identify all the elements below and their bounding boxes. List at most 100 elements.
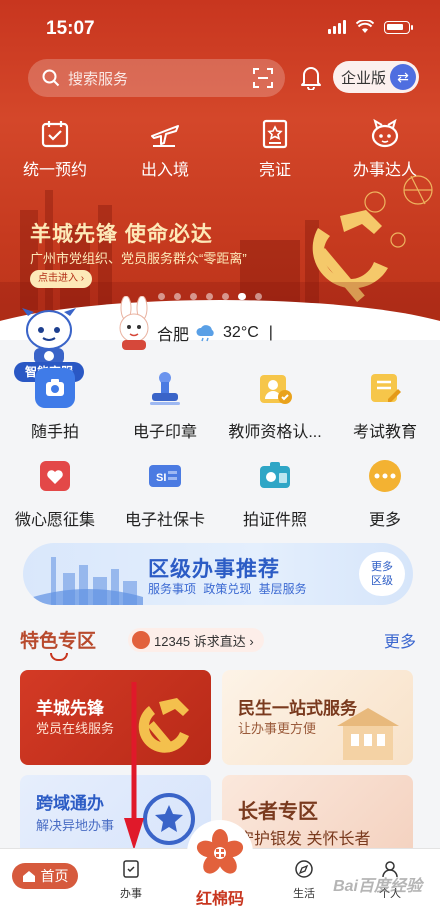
service-label: 微心愿征集 xyxy=(14,512,95,529)
service-id-photo[interactable]: 拍证件照 xyxy=(220,456,330,530)
headset-icon xyxy=(132,631,150,649)
scan-icon[interactable] xyxy=(253,68,273,88)
id-photo-icon xyxy=(255,456,295,496)
rabbit-mascot-icon xyxy=(119,296,149,350)
tab-home[interactable]: 首页 xyxy=(12,863,78,889)
quick-action-label: 办事达人 xyxy=(352,162,417,179)
carousel-dot[interactable] xyxy=(190,293,197,300)
carousel-indicator xyxy=(158,293,262,300)
more-district-line2: 区级 xyxy=(371,575,393,587)
tab-handle[interactable]: 办事 xyxy=(101,859,161,901)
banner-subtitle: 广州市党组织、党员服务群众“零距离” xyxy=(30,251,247,266)
service-label: 更多 xyxy=(368,512,401,529)
heart-wish-icon xyxy=(35,456,75,496)
banner-enter-button[interactable]: 点击进入 › xyxy=(30,270,93,288)
quick-action-label: 亮证 xyxy=(258,162,291,179)
search-placeholder: 搜索服务 xyxy=(68,70,129,88)
carousel-dot[interactable] xyxy=(158,293,165,300)
signal-icon xyxy=(328,20,346,34)
featured-more-link[interactable]: 更多 xyxy=(384,628,416,652)
service-exam-education[interactable]: 考试教育 xyxy=(330,368,440,442)
card-title: 跨域通办 xyxy=(36,794,104,813)
cloud-rain-icon xyxy=(196,325,214,342)
more-dots-icon xyxy=(365,456,405,496)
card-subtitle: 解决异地办事 xyxy=(36,818,115,833)
quick-action-expert[interactable]: 办事达人 xyxy=(330,118,440,180)
tab-label: 办事 xyxy=(120,888,142,900)
watermark: Bai百度经验 xyxy=(333,878,422,895)
card-subtitle: 让办事更方便 xyxy=(238,721,317,736)
service-teacher-cert[interactable]: 教师资格认... xyxy=(220,368,330,442)
airplane-icon xyxy=(151,125,179,147)
kapok-flower-icon xyxy=(196,829,244,874)
card-party-pioneer[interactable]: 羊城先锋 党员在线服务 xyxy=(20,670,211,765)
card-title: 民生一站式服务 xyxy=(238,699,357,718)
location-weather[interactable]: 合肥 32°C | xyxy=(157,321,273,345)
service-social-security-card[interactable]: SI 电子社保卡 xyxy=(110,456,220,530)
quick-action-appointment[interactable]: 统一预约 xyxy=(0,118,110,180)
svg-text:SI: SI xyxy=(156,472,166,484)
district-recommend-banner[interactable]: 区级办事推荐 服务事项 政策兑现 基层服务 更多 区级 xyxy=(23,543,413,605)
temperature: 32°C xyxy=(223,324,259,341)
service-label: 教师资格认... xyxy=(228,424,322,441)
service-quick-photo[interactable]: 随手拍 xyxy=(0,368,110,442)
card-cross-region[interactable]: 跨域通办 解决异地办事 xyxy=(20,775,211,855)
search-icon xyxy=(42,69,60,87)
carousel-dot[interactable] xyxy=(238,293,246,300)
carousel-dot[interactable] xyxy=(206,293,213,300)
card-subtitle: 党员在线服务 xyxy=(36,721,115,736)
quick-action-show-certificate[interactable]: 亮证 xyxy=(220,118,330,180)
service-more[interactable]: 更多 xyxy=(330,456,440,530)
separator: | xyxy=(268,324,273,341)
certificate-icon xyxy=(262,119,288,149)
clipboard-check-icon xyxy=(123,860,139,878)
service-e-seal[interactable]: 电子印章 xyxy=(110,368,220,442)
more-district-button[interactable]: 更多 区级 xyxy=(359,552,405,596)
card-title: 羊城先锋 xyxy=(36,699,104,718)
tab-life[interactable]: 生活 xyxy=(274,859,334,901)
carousel-dot[interactable] xyxy=(174,293,181,300)
home-icon xyxy=(22,871,35,882)
service-label: 考试教育 xyxy=(352,424,417,441)
quick-actions: 统一预约 出入境 亮证 办事达人 xyxy=(0,118,440,180)
tab-home-label: 首页 xyxy=(40,868,69,884)
party-emblem-icon xyxy=(138,698,189,753)
quick-action-label: 出入境 xyxy=(140,162,189,179)
quick-action-exit-entry[interactable]: 出入境 xyxy=(110,118,220,180)
carousel-dot[interactable] xyxy=(222,293,229,300)
search-input[interactable]: 搜索服务 xyxy=(28,59,285,97)
hongmian-code-button[interactable] xyxy=(187,820,253,886)
more-district-line1: 更多 xyxy=(371,561,393,573)
enterprise-mode-button[interactable]: 企业版 ⇄ xyxy=(333,61,419,93)
service-label: 电子印章 xyxy=(132,424,197,441)
social-security-card-icon: SI xyxy=(145,456,185,496)
city-skyline-icon xyxy=(33,557,143,605)
carousel-dot[interactable] xyxy=(255,293,262,300)
hotline-12345-button[interactable]: 12345 诉求直达 › xyxy=(128,628,264,652)
card-one-stop-service[interactable]: 民生一站式服务 让办事更方便 xyxy=(222,670,413,765)
compass-icon xyxy=(295,860,313,878)
bell-icon[interactable] xyxy=(298,64,324,90)
city-name: 合肥 xyxy=(157,327,190,344)
mascot-icon xyxy=(371,118,399,148)
tab-label: 生活 xyxy=(293,888,315,900)
seal-stamp-icon xyxy=(145,368,185,408)
hotline-label: 12345 诉求直达 › xyxy=(154,633,254,649)
banner-title: 羊城先锋 使命必达 xyxy=(30,223,213,246)
camera-shot-icon xyxy=(35,368,75,408)
battery-icon xyxy=(384,20,413,34)
teacher-certificate-icon xyxy=(255,368,295,408)
service-label: 电子社保卡 xyxy=(124,512,205,529)
enterprise-label: 企业版 xyxy=(341,69,387,87)
swap-icon: ⇄ xyxy=(390,64,416,90)
recommend-subtitle: 服务事项 政策兑现 基层服务 xyxy=(148,582,307,596)
card-subtitle: 守护银发 关怀长者 xyxy=(238,831,371,848)
wifi-icon xyxy=(356,20,374,33)
service-micro-wish[interactable]: 微心愿征集 xyxy=(0,456,110,530)
service-label: 随手拍 xyxy=(30,424,79,441)
status-time: 15:07 xyxy=(46,18,95,39)
exam-icon xyxy=(365,368,405,408)
recommend-title: 区级办事推荐 xyxy=(148,558,280,581)
featured-section-header: 特色专区 12345 诉求直达 › 更多 xyxy=(20,626,420,661)
featured-title: 特色专区 xyxy=(20,626,96,661)
